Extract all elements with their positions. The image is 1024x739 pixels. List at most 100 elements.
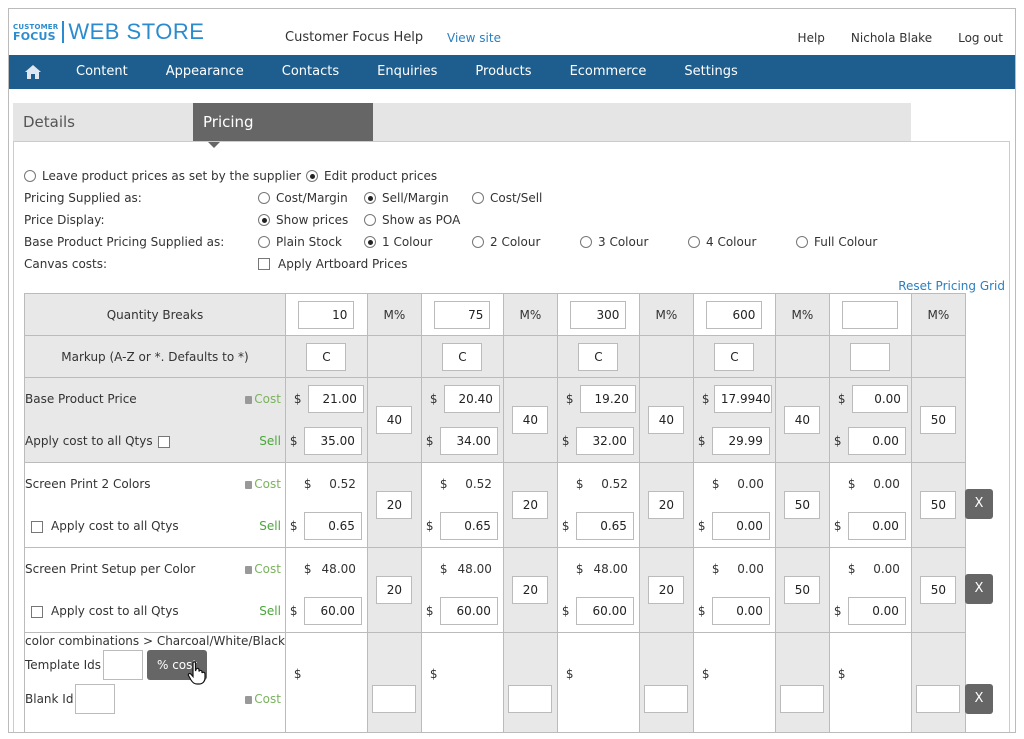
base-apply-checkbox[interactable] bbox=[158, 435, 171, 448]
edit-prices-radio[interactable] bbox=[306, 170, 318, 182]
nav-item-appearance[interactable]: Appearance bbox=[147, 55, 263, 89]
artboard-checkbox[interactable] bbox=[258, 258, 270, 270]
three-colour-option[interactable]: 3 Colour bbox=[580, 235, 648, 249]
show-prices-option[interactable]: Show prices bbox=[258, 213, 348, 227]
qty-input-2[interactable]: 75 bbox=[434, 300, 491, 329]
screen-margin-input-2[interactable]: 20 bbox=[512, 491, 549, 519]
cost-sell-radio[interactable] bbox=[472, 192, 484, 204]
screen-margin-input-4[interactable]: 50 bbox=[784, 491, 821, 519]
remove-setup-button[interactable]: X bbox=[965, 574, 993, 604]
sell-margin-radio[interactable] bbox=[364, 192, 376, 204]
base-sell-input-1[interactable]: 35.00 bbox=[303, 427, 362, 455]
qty-input-4[interactable]: 600 bbox=[706, 300, 763, 329]
remove-combo-button[interactable]: X bbox=[965, 684, 993, 714]
show-prices-radio[interactable] bbox=[258, 214, 270, 226]
reset-pricing-grid-link[interactable]: Reset Pricing Grid bbox=[898, 279, 1005, 293]
plain-stock-radio[interactable] bbox=[258, 236, 270, 248]
setup-sell-input-4[interactable]: 0.00 bbox=[711, 597, 770, 625]
leave-prices-radio[interactable] bbox=[24, 170, 36, 182]
four-colour-radio[interactable] bbox=[688, 236, 700, 248]
remove-screen-print-button[interactable]: X bbox=[965, 489, 993, 519]
logout-link[interactable]: Log out bbox=[958, 31, 1003, 45]
two-colour-radio[interactable] bbox=[472, 236, 484, 248]
nav-item-settings[interactable]: Settings bbox=[665, 55, 756, 89]
setup-margin-input-2[interactable]: 20 bbox=[512, 576, 549, 604]
base-sell-input-2[interactable]: 34.00 bbox=[439, 427, 498, 455]
qty-input-1[interactable]: 10 bbox=[298, 300, 355, 329]
base-sell-input-4[interactable]: 29.99 bbox=[711, 427, 770, 455]
screen-margin-input-5[interactable]: 50 bbox=[920, 491, 957, 519]
cost-margin-radio[interactable] bbox=[258, 192, 270, 204]
show-poa-option[interactable]: Show as POA bbox=[364, 213, 460, 227]
combo-margin-input-5[interactable] bbox=[916, 685, 961, 713]
artboard-option[interactable]: Apply Artboard Prices bbox=[258, 257, 408, 271]
screen-sell-input-2[interactable]: 0.65 bbox=[439, 512, 498, 540]
base-sell-input-3[interactable]: 32.00 bbox=[575, 427, 634, 455]
screen-sell-input-3[interactable]: 0.65 bbox=[575, 512, 634, 540]
cost-sell-option[interactable]: Cost/Sell bbox=[472, 191, 542, 205]
plain-stock-option[interactable]: Plain Stock bbox=[258, 235, 342, 249]
full-colour-radio[interactable] bbox=[796, 236, 808, 248]
home-icon[interactable] bbox=[9, 55, 57, 89]
tab-details[interactable]: Details bbox=[13, 103, 193, 141]
qty-input-3[interactable]: 300 bbox=[570, 300, 627, 329]
help-link[interactable]: Help bbox=[798, 31, 825, 45]
setup-sell-input-3[interactable]: 60.00 bbox=[575, 597, 634, 625]
base-cost-input-2[interactable]: 20.40 bbox=[443, 385, 500, 413]
base-margin-input-3[interactable]: 40 bbox=[648, 406, 685, 434]
nav-item-ecommerce[interactable]: Ecommerce bbox=[551, 55, 666, 89]
screen-sell-input-5[interactable]: 0.00 bbox=[847, 512, 906, 540]
four-colour-option[interactable]: 4 Colour bbox=[688, 235, 756, 249]
screen-sell-input-1[interactable]: 0.65 bbox=[303, 512, 362, 540]
nav-item-products[interactable]: Products bbox=[456, 55, 550, 89]
full-colour-option[interactable]: Full Colour bbox=[796, 235, 877, 249]
view-site-link[interactable]: View site bbox=[447, 31, 501, 45]
screen-apply-checkbox[interactable] bbox=[31, 520, 43, 533]
edit-prices-option[interactable]: Edit product prices bbox=[306, 169, 437, 183]
leave-prices-option[interactable]: Leave product prices as set by the suppl… bbox=[24, 169, 301, 183]
blank-id-input[interactable] bbox=[75, 684, 116, 714]
setup-sell-input-5[interactable]: 0.00 bbox=[847, 597, 906, 625]
base-cost-input-3[interactable]: 19.20 bbox=[579, 385, 636, 413]
template-ids-input[interactable] bbox=[102, 650, 143, 680]
combo-margin-input-1[interactable] bbox=[372, 685, 417, 713]
setup-margin-input-1[interactable]: 20 bbox=[376, 576, 413, 604]
base-cost-input-1[interactable]: 21.00 bbox=[307, 385, 364, 413]
markup-input-3[interactable]: C bbox=[578, 342, 619, 371]
nav-item-content[interactable]: Content bbox=[57, 55, 147, 89]
three-colour-radio[interactable] bbox=[580, 236, 592, 248]
combo-margin-input-3[interactable] bbox=[644, 685, 689, 713]
sell-margin-option[interactable]: Sell/Margin bbox=[364, 191, 449, 205]
one-colour-radio[interactable] bbox=[364, 236, 376, 248]
setup-sell-input-2[interactable]: 60.00 bbox=[439, 597, 498, 625]
base-cost-input-4[interactable]: 17.9940 bbox=[713, 385, 772, 413]
cost-margin-option[interactable]: Cost/Margin bbox=[258, 191, 348, 205]
screen-sell-input-4[interactable]: 0.00 bbox=[711, 512, 770, 540]
markup-input-1[interactable]: C bbox=[306, 342, 347, 371]
setup-margin-input-3[interactable]: 20 bbox=[648, 576, 685, 604]
qty-input-5[interactable] bbox=[842, 300, 899, 329]
user-link[interactable]: Nichola Blake bbox=[851, 31, 932, 45]
two-colour-option[interactable]: 2 Colour bbox=[472, 235, 540, 249]
base-sell-input-5[interactable]: 0.00 bbox=[847, 427, 906, 455]
tab-pricing[interactable]: Pricing bbox=[193, 103, 373, 148]
combo-margin-input-2[interactable] bbox=[508, 685, 553, 713]
markup-input-2[interactable]: C bbox=[442, 342, 483, 371]
base-cost-input-5[interactable]: 0.00 bbox=[851, 385, 908, 413]
base-margin-input-5[interactable]: 50 bbox=[920, 406, 957, 434]
one-colour-option[interactable]: 1 Colour bbox=[364, 235, 432, 249]
setup-margin-input-4[interactable]: 50 bbox=[784, 576, 821, 604]
setup-sell-input-1[interactable]: 60.00 bbox=[303, 597, 362, 625]
base-margin-input-2[interactable]: 40 bbox=[512, 406, 549, 434]
markup-input-5[interactable] bbox=[850, 342, 891, 371]
base-margin-input-1[interactable]: 40 bbox=[376, 406, 413, 434]
setup-apply-checkbox[interactable] bbox=[31, 605, 43, 618]
markup-input-4[interactable]: C bbox=[714, 342, 755, 371]
combo-margin-input-4[interactable] bbox=[780, 685, 825, 713]
setup-margin-input-5[interactable]: 50 bbox=[920, 576, 957, 604]
logo[interactable]: CUSTOMER FOCUS WEB STORE bbox=[13, 17, 204, 47]
base-margin-input-4[interactable]: 40 bbox=[784, 406, 821, 434]
screen-margin-input-3[interactable]: 20 bbox=[648, 491, 685, 519]
nav-item-contacts[interactable]: Contacts bbox=[263, 55, 358, 89]
show-poa-radio[interactable] bbox=[364, 214, 376, 226]
